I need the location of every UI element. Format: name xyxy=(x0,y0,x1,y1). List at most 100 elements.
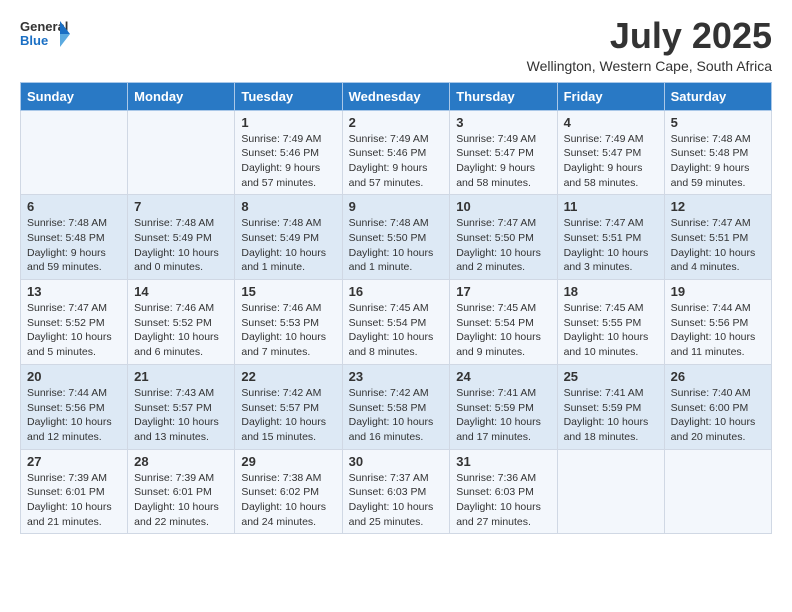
calendar-cell: 22Sunrise: 7:42 AM Sunset: 5:57 PM Dayli… xyxy=(235,364,342,449)
day-info: Sunrise: 7:46 AM Sunset: 5:53 PM Dayligh… xyxy=(241,301,335,360)
calendar-cell xyxy=(664,449,771,534)
day-number: 29 xyxy=(241,454,335,469)
day-number: 7 xyxy=(134,199,228,214)
calendar-table: SundayMondayTuesdayWednesdayThursdayFrid… xyxy=(20,82,772,535)
calendar-cell: 2 Sunrise: 7:49 AM Sunset: 5:46 PM Daylig… xyxy=(342,110,450,195)
day-number: 19 xyxy=(671,284,765,299)
day-info: Sunrise: 7:45 AM Sunset: 5:54 PM Dayligh… xyxy=(456,301,550,360)
day-info: Sunrise: 7:49 AM Sunset: 5:46 PM Dayligh… xyxy=(349,132,444,191)
calendar-cell: 31 Sunrise: 7:36 AM Sunset: 6:03 PM Dayli… xyxy=(450,449,557,534)
week-row-3: 13 Sunrise: 7:47 AM Sunset: 5:52 PM Dayli… xyxy=(21,280,772,365)
week-row-1: 1 Sunrise: 7:49 AM Sunset: 5:46 PM Daylig… xyxy=(21,110,772,195)
day-header-friday: Friday xyxy=(557,82,664,110)
day-number: 2 xyxy=(349,115,444,130)
day-number: 31 xyxy=(456,454,550,469)
day-header-tuesday: Tuesday xyxy=(235,82,342,110)
week-row-2: 6 Sunrise: 7:48 AM Sunset: 5:48 PM Daylig… xyxy=(21,195,772,280)
day-number: 10 xyxy=(456,199,550,214)
week-row-4: 20 Sunrise: 7:44 AM Sunset: 5:56 PM Dayli… xyxy=(21,364,772,449)
calendar-cell: 26 Sunrise: 7:40 AM Sunset: 6:00 PM Dayli… xyxy=(664,364,771,449)
calendar-cell: 23 Sunrise: 7:42 AM Sunset: 5:58 PM Dayli… xyxy=(342,364,450,449)
day-info: Sunrise: 7:40 AM Sunset: 6:00 PM Dayligh… xyxy=(671,386,765,445)
calendar-cell: 12 Sunrise: 7:47 AM Sunset: 5:51 PM Dayli… xyxy=(664,195,771,280)
day-info: Sunrise: 7:49 AM Sunset: 5:46 PM Dayligh… xyxy=(241,132,335,191)
week-row-5: 27 Sunrise: 7:39 AM Sunset: 6:01 PM Dayli… xyxy=(21,449,772,534)
calendar-cell: 17Sunrise: 7:45 AM Sunset: 5:54 PM Dayli… xyxy=(450,280,557,365)
subtitle: Wellington, Western Cape, South Africa xyxy=(527,58,772,74)
main-title: July 2025 xyxy=(527,16,772,56)
day-number: 30 xyxy=(349,454,444,469)
day-number: 12 xyxy=(671,199,765,214)
day-info: Sunrise: 7:36 AM Sunset: 6:03 PM Dayligh… xyxy=(456,471,550,530)
day-info: Sunrise: 7:38 AM Sunset: 6:02 PM Dayligh… xyxy=(241,471,335,530)
calendar-cell: 10 Sunrise: 7:47 AM Sunset: 5:50 PM Dayli… xyxy=(450,195,557,280)
calendar-cell: 24 Sunrise: 7:41 AM Sunset: 5:59 PM Dayli… xyxy=(450,364,557,449)
logo: General Blue xyxy=(20,16,70,52)
calendar-cell: 8 Sunrise: 7:48 AM Sunset: 5:49 PM Daylig… xyxy=(235,195,342,280)
day-info: Sunrise: 7:45 AM Sunset: 5:54 PM Dayligh… xyxy=(349,301,444,360)
day-number: 13 xyxy=(27,284,121,299)
day-header-monday: Monday xyxy=(128,82,235,110)
calendar-cell xyxy=(21,110,128,195)
day-info: Sunrise: 7:47 AM Sunset: 5:52 PM Dayligh… xyxy=(27,301,121,360)
day-number: 21 xyxy=(134,369,228,384)
day-info: Sunrise: 7:49 AM Sunset: 5:47 PM Dayligh… xyxy=(564,132,658,191)
day-number: 15 xyxy=(241,284,335,299)
calendar-cell: 3 Sunrise: 7:49 AM Sunset: 5:47 PM Daylig… xyxy=(450,110,557,195)
calendar-cell: 25Sunrise: 7:41 AM Sunset: 5:59 PM Dayli… xyxy=(557,364,664,449)
day-info: Sunrise: 7:42 AM Sunset: 5:58 PM Dayligh… xyxy=(349,386,444,445)
day-info: Sunrise: 7:41 AM Sunset: 5:59 PM Dayligh… xyxy=(564,386,658,445)
calendar-cell: 28Sunrise: 7:39 AM Sunset: 6:01 PM Dayli… xyxy=(128,449,235,534)
calendar-cell: 11Sunrise: 7:47 AM Sunset: 5:51 PM Dayli… xyxy=(557,195,664,280)
day-number: 1 xyxy=(241,115,335,130)
calendar-cell: 21 Sunrise: 7:43 AM Sunset: 5:57 PM Dayli… xyxy=(128,364,235,449)
day-number: 8 xyxy=(241,199,335,214)
day-number: 9 xyxy=(349,199,444,214)
day-number: 23 xyxy=(349,369,444,384)
day-info: Sunrise: 7:43 AM Sunset: 5:57 PM Dayligh… xyxy=(134,386,228,445)
day-number: 28 xyxy=(134,454,228,469)
day-info: Sunrise: 7:48 AM Sunset: 5:49 PM Dayligh… xyxy=(134,216,228,275)
day-info: Sunrise: 7:44 AM Sunset: 5:56 PM Dayligh… xyxy=(27,386,121,445)
day-number: 20 xyxy=(27,369,121,384)
day-info: Sunrise: 7:47 AM Sunset: 5:51 PM Dayligh… xyxy=(671,216,765,275)
days-header-row: SundayMondayTuesdayWednesdayThursdayFrid… xyxy=(21,82,772,110)
day-info: Sunrise: 7:48 AM Sunset: 5:48 PM Dayligh… xyxy=(27,216,121,275)
calendar-cell: 29 Sunrise: 7:38 AM Sunset: 6:02 PM Dayli… xyxy=(235,449,342,534)
day-info: Sunrise: 7:45 AM Sunset: 5:55 PM Dayligh… xyxy=(564,301,658,360)
day-header-saturday: Saturday xyxy=(664,82,771,110)
calendar-cell: 14Sunrise: 7:46 AM Sunset: 5:52 PM Dayli… xyxy=(128,280,235,365)
day-number: 6 xyxy=(27,199,121,214)
calendar-cell: 7 Sunrise: 7:48 AM Sunset: 5:49 PM Daylig… xyxy=(128,195,235,280)
calendar-cell: 20 Sunrise: 7:44 AM Sunset: 5:56 PM Dayli… xyxy=(21,364,128,449)
day-info: Sunrise: 7:44 AM Sunset: 5:56 PM Dayligh… xyxy=(671,301,765,360)
calendar-cell: 19 Sunrise: 7:44 AM Sunset: 5:56 PM Dayli… xyxy=(664,280,771,365)
day-info: Sunrise: 7:49 AM Sunset: 5:47 PM Dayligh… xyxy=(456,132,550,191)
svg-text:Blue: Blue xyxy=(20,33,48,48)
day-header-thursday: Thursday xyxy=(450,82,557,110)
day-info: Sunrise: 7:47 AM Sunset: 5:51 PM Dayligh… xyxy=(564,216,658,275)
calendar-cell: 1 Sunrise: 7:49 AM Sunset: 5:46 PM Daylig… xyxy=(235,110,342,195)
day-number: 18 xyxy=(564,284,658,299)
day-number: 26 xyxy=(671,369,765,384)
day-number: 3 xyxy=(456,115,550,130)
calendar-cell: 30 Sunrise: 7:37 AM Sunset: 6:03 PM Dayli… xyxy=(342,449,450,534)
day-number: 5 xyxy=(671,115,765,130)
day-info: Sunrise: 7:39 AM Sunset: 6:01 PM Dayligh… xyxy=(27,471,121,530)
calendar-cell: 15 Sunrise: 7:46 AM Sunset: 5:53 PM Dayli… xyxy=(235,280,342,365)
calendar-cell: 6 Sunrise: 7:48 AM Sunset: 5:48 PM Daylig… xyxy=(21,195,128,280)
calendar-cell xyxy=(557,449,664,534)
day-header-wednesday: Wednesday xyxy=(342,82,450,110)
day-info: Sunrise: 7:41 AM Sunset: 5:59 PM Dayligh… xyxy=(456,386,550,445)
calendar-cell: 16Sunrise: 7:45 AM Sunset: 5:54 PM Dayli… xyxy=(342,280,450,365)
day-number: 14 xyxy=(134,284,228,299)
day-info: Sunrise: 7:48 AM Sunset: 5:49 PM Dayligh… xyxy=(241,216,335,275)
logo-svg: General Blue xyxy=(20,16,70,52)
day-info: Sunrise: 7:47 AM Sunset: 5:50 PM Dayligh… xyxy=(456,216,550,275)
day-number: 27 xyxy=(27,454,121,469)
title-block: July 2025 Wellington, Western Cape, Sout… xyxy=(527,16,772,74)
calendar-cell: 18 Sunrise: 7:45 AM Sunset: 5:55 PM Dayli… xyxy=(557,280,664,365)
day-info: Sunrise: 7:37 AM Sunset: 6:03 PM Dayligh… xyxy=(349,471,444,530)
day-header-sunday: Sunday xyxy=(21,82,128,110)
day-number: 24 xyxy=(456,369,550,384)
